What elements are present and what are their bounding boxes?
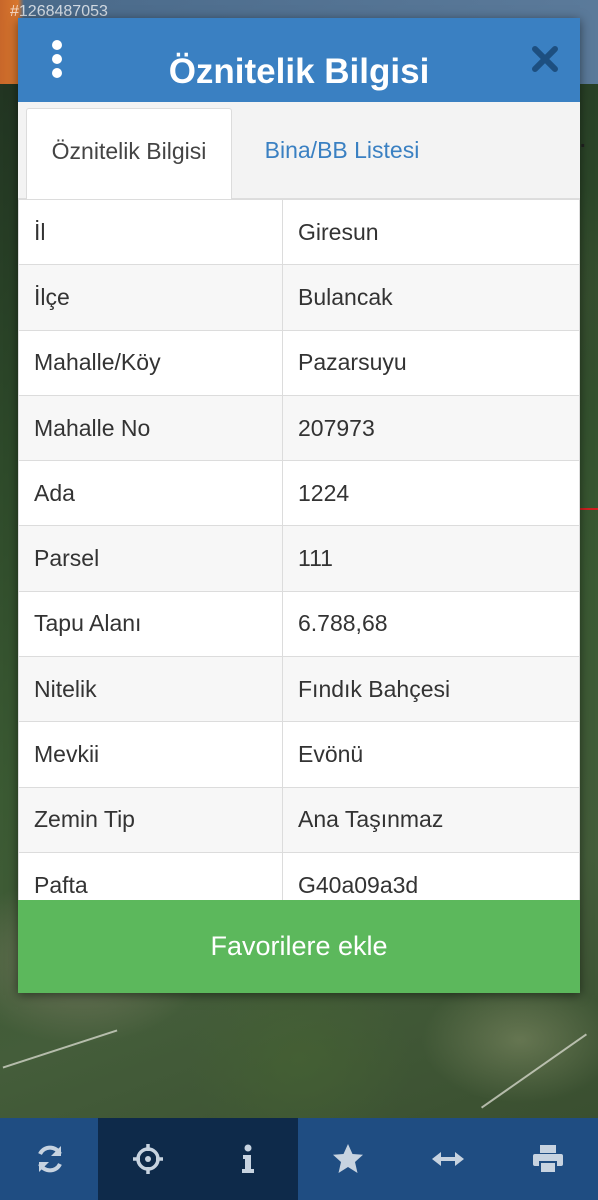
attribute-value: Ana Taşınmaz: [282, 786, 580, 853]
locate-button[interactable]: [98, 1118, 198, 1200]
refresh-icon: [38, 1145, 62, 1173]
table-row: Mahalle/Köy Pazarsuyu: [18, 329, 580, 396]
attribute-key: Mevkii: [18, 721, 283, 788]
attribute-key: Nitelik: [18, 656, 283, 723]
attribute-value: Evönü: [282, 721, 580, 788]
attribute-value: 6.788,68: [282, 590, 580, 658]
attribute-dialog: Öznitelik Bilgisi Öznitelik Bilgisi Bina…: [18, 18, 580, 993]
locate-icon: [133, 1144, 163, 1174]
attribute-value: 111: [282, 525, 580, 592]
table-row: Zemin Tip Ana Taşınmaz: [18, 786, 580, 853]
table-row: İlçe Bulancak: [18, 264, 580, 331]
table-row: İl Giresun: [18, 198, 580, 266]
add-to-favorites-button[interactable]: Favorilere ekle: [18, 900, 580, 993]
parcel-boundary-line: [578, 508, 598, 510]
refresh-button[interactable]: [0, 1118, 100, 1200]
tab-building-list[interactable]: Bina/BB Listesi: [232, 108, 452, 199]
attribute-key: Parsel: [18, 525, 283, 592]
measure-arrows-icon: [432, 1152, 464, 1166]
attribute-key: Tapu Alanı: [18, 590, 283, 658]
attribute-value: 1224: [282, 460, 580, 527]
info-button[interactable]: [198, 1118, 298, 1200]
measure-button[interactable]: [398, 1118, 498, 1200]
tab-attribute-info[interactable]: Öznitelik Bilgisi: [26, 108, 232, 199]
attribute-value: Fındık Bahçesi: [282, 656, 580, 723]
map-edge-glyph: .: [580, 130, 586, 152]
close-icon[interactable]: [530, 44, 560, 74]
attribute-value: 207973: [282, 394, 580, 462]
attribute-key: Mahalle No: [18, 394, 283, 462]
star-icon: [333, 1144, 363, 1173]
print-button[interactable]: [498, 1118, 598, 1200]
table-row: Nitelik Fındık Bahçesi: [18, 656, 580, 723]
bottom-toolbar: [0, 1118, 598, 1200]
table-row: Mevkii Evönü: [18, 721, 580, 788]
table-row: Mahalle No 207973: [18, 394, 580, 462]
dialog-header: Öznitelik Bilgisi: [18, 18, 580, 102]
attribute-key: Mahalle/Köy: [18, 329, 283, 396]
attribute-value: Pazarsuyu: [282, 329, 580, 396]
attribute-key: İl: [18, 198, 283, 266]
favorites-button[interactable]: [298, 1118, 398, 1200]
attribute-key: Ada: [18, 460, 283, 527]
attribute-table: İl Giresun İlçe Bulancak Mahalle/Köy Pazarsuy…: [18, 198, 580, 919]
table-row: Ada 1224: [18, 460, 580, 527]
info-icon: [242, 1144, 254, 1173]
map-road: [2, 1029, 118, 1069]
map-road: [481, 1033, 587, 1109]
attribute-value: Bulancak: [282, 264, 580, 331]
tab-bar: Öznitelik Bilgisi Bina/BB Listesi: [18, 102, 580, 199]
attribute-value: Giresun: [282, 198, 580, 266]
attribute-key: Zemin Tip: [18, 786, 283, 853]
print-icon: [533, 1145, 563, 1174]
attribute-key: İlçe: [18, 264, 283, 331]
dialog-title: Öznitelik Bilgisi: [168, 52, 430, 91]
table-row: Tapu Alanı 6.788,68: [18, 590, 580, 658]
table-row: Parsel 111: [18, 525, 580, 592]
